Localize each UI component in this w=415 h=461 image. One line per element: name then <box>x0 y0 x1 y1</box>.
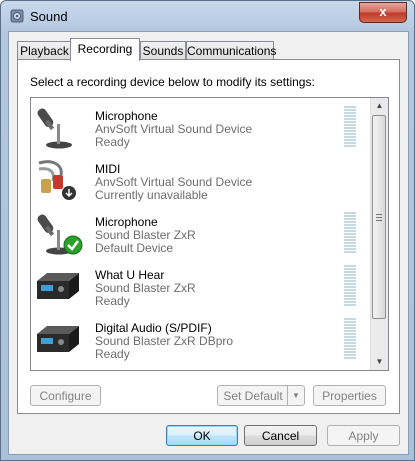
close-button[interactable]: x <box>359 2 407 23</box>
device-name: Digital Audio (S/PDIF) <box>95 321 212 335</box>
vertical-scrollbar[interactable]: ▲ ▼ <box>370 98 388 370</box>
title-bar[interactable]: Sound x <box>1 1 414 31</box>
tab-sounds[interactable]: Sounds <box>140 41 186 60</box>
level-meter <box>344 265 356 307</box>
device-driver: Sound Blaster ZxR DBpro <box>95 334 234 348</box>
list-item[interactable]: Digital Audio (S/PDIF) Sound Blaster ZxR… <box>31 312 369 364</box>
midi-cable-icon <box>38 160 76 200</box>
device-name: MIDI <box>95 162 121 176</box>
device-driver: AnvSoft Virtual Sound Device <box>95 175 253 189</box>
instruction-text: Select a recording device below to modif… <box>30 75 315 89</box>
configure-button[interactable]: Configure <box>30 385 101 406</box>
tab-communications[interactable]: Communications <box>186 41 276 60</box>
close-icon: x <box>379 4 387 19</box>
device-driver: Sound Blaster ZxR <box>95 228 196 242</box>
default-device-check-icon <box>63 235 83 255</box>
scroll-down-icon[interactable]: ▼ <box>371 354 388 370</box>
list-item[interactable]: Microphone AnvSoft Virtual Sound Device … <box>31 100 369 152</box>
device-driver: Sound Blaster ZxR <box>95 281 196 295</box>
device-name: What U Hear <box>95 268 165 282</box>
set-default-button[interactable]: Set Default ▼ <box>217 385 305 406</box>
dialog-body: Playback Recording Sounds Communications… <box>8 31 409 455</box>
cancel-button[interactable]: Cancel <box>244 425 317 446</box>
list-item[interactable]: What U Hear Sound Blaster ZxR Ready <box>31 259 369 311</box>
tab-playback[interactable]: Playback <box>17 41 72 60</box>
sound-card-icon <box>37 326 79 352</box>
tab-recording[interactable]: Recording <box>70 38 140 61</box>
microphone-icon <box>37 108 72 149</box>
chevron-down-icon[interactable]: ▼ <box>287 386 304 405</box>
set-default-label: Set Default <box>223 389 283 403</box>
properties-button[interactable]: Properties <box>313 385 386 406</box>
device-status: Ready <box>95 347 130 361</box>
device-name: Microphone <box>95 109 158 123</box>
sound-dialog: Sound x Playback Recording Sounds Commun… <box>0 0 415 461</box>
scroll-up-icon[interactable]: ▲ <box>371 98 388 114</box>
level-meter <box>344 212 356 254</box>
speaker-icon <box>10 9 24 23</box>
device-name: Microphone <box>95 215 158 229</box>
device-driver: AnvSoft Virtual Sound Device <box>95 122 253 136</box>
device-status: Ready <box>95 294 130 308</box>
window-title: Sound <box>30 9 68 24</box>
device-status: Currently unavailable <box>95 188 208 202</box>
recording-panel: Select a recording device below to modif… <box>17 59 400 414</box>
list-item[interactable]: Microphone Sound Blaster ZxR Default Dev… <box>31 206 369 258</box>
scroll-thumb[interactable] <box>372 115 386 319</box>
apply-button[interactable]: Apply <box>327 425 400 446</box>
device-status: Default Device <box>95 241 174 255</box>
level-meter <box>344 318 356 360</box>
device-status: Ready <box>95 135 130 149</box>
list-item[interactable]: MIDI AnvSoft Virtual Sound Device Curren… <box>31 153 369 205</box>
level-meter <box>344 106 356 148</box>
sound-card-icon <box>37 273 79 299</box>
ok-button[interactable]: OK <box>166 425 238 446</box>
device-list[interactable]: Microphone AnvSoft Virtual Sound Device … <box>30 97 389 371</box>
